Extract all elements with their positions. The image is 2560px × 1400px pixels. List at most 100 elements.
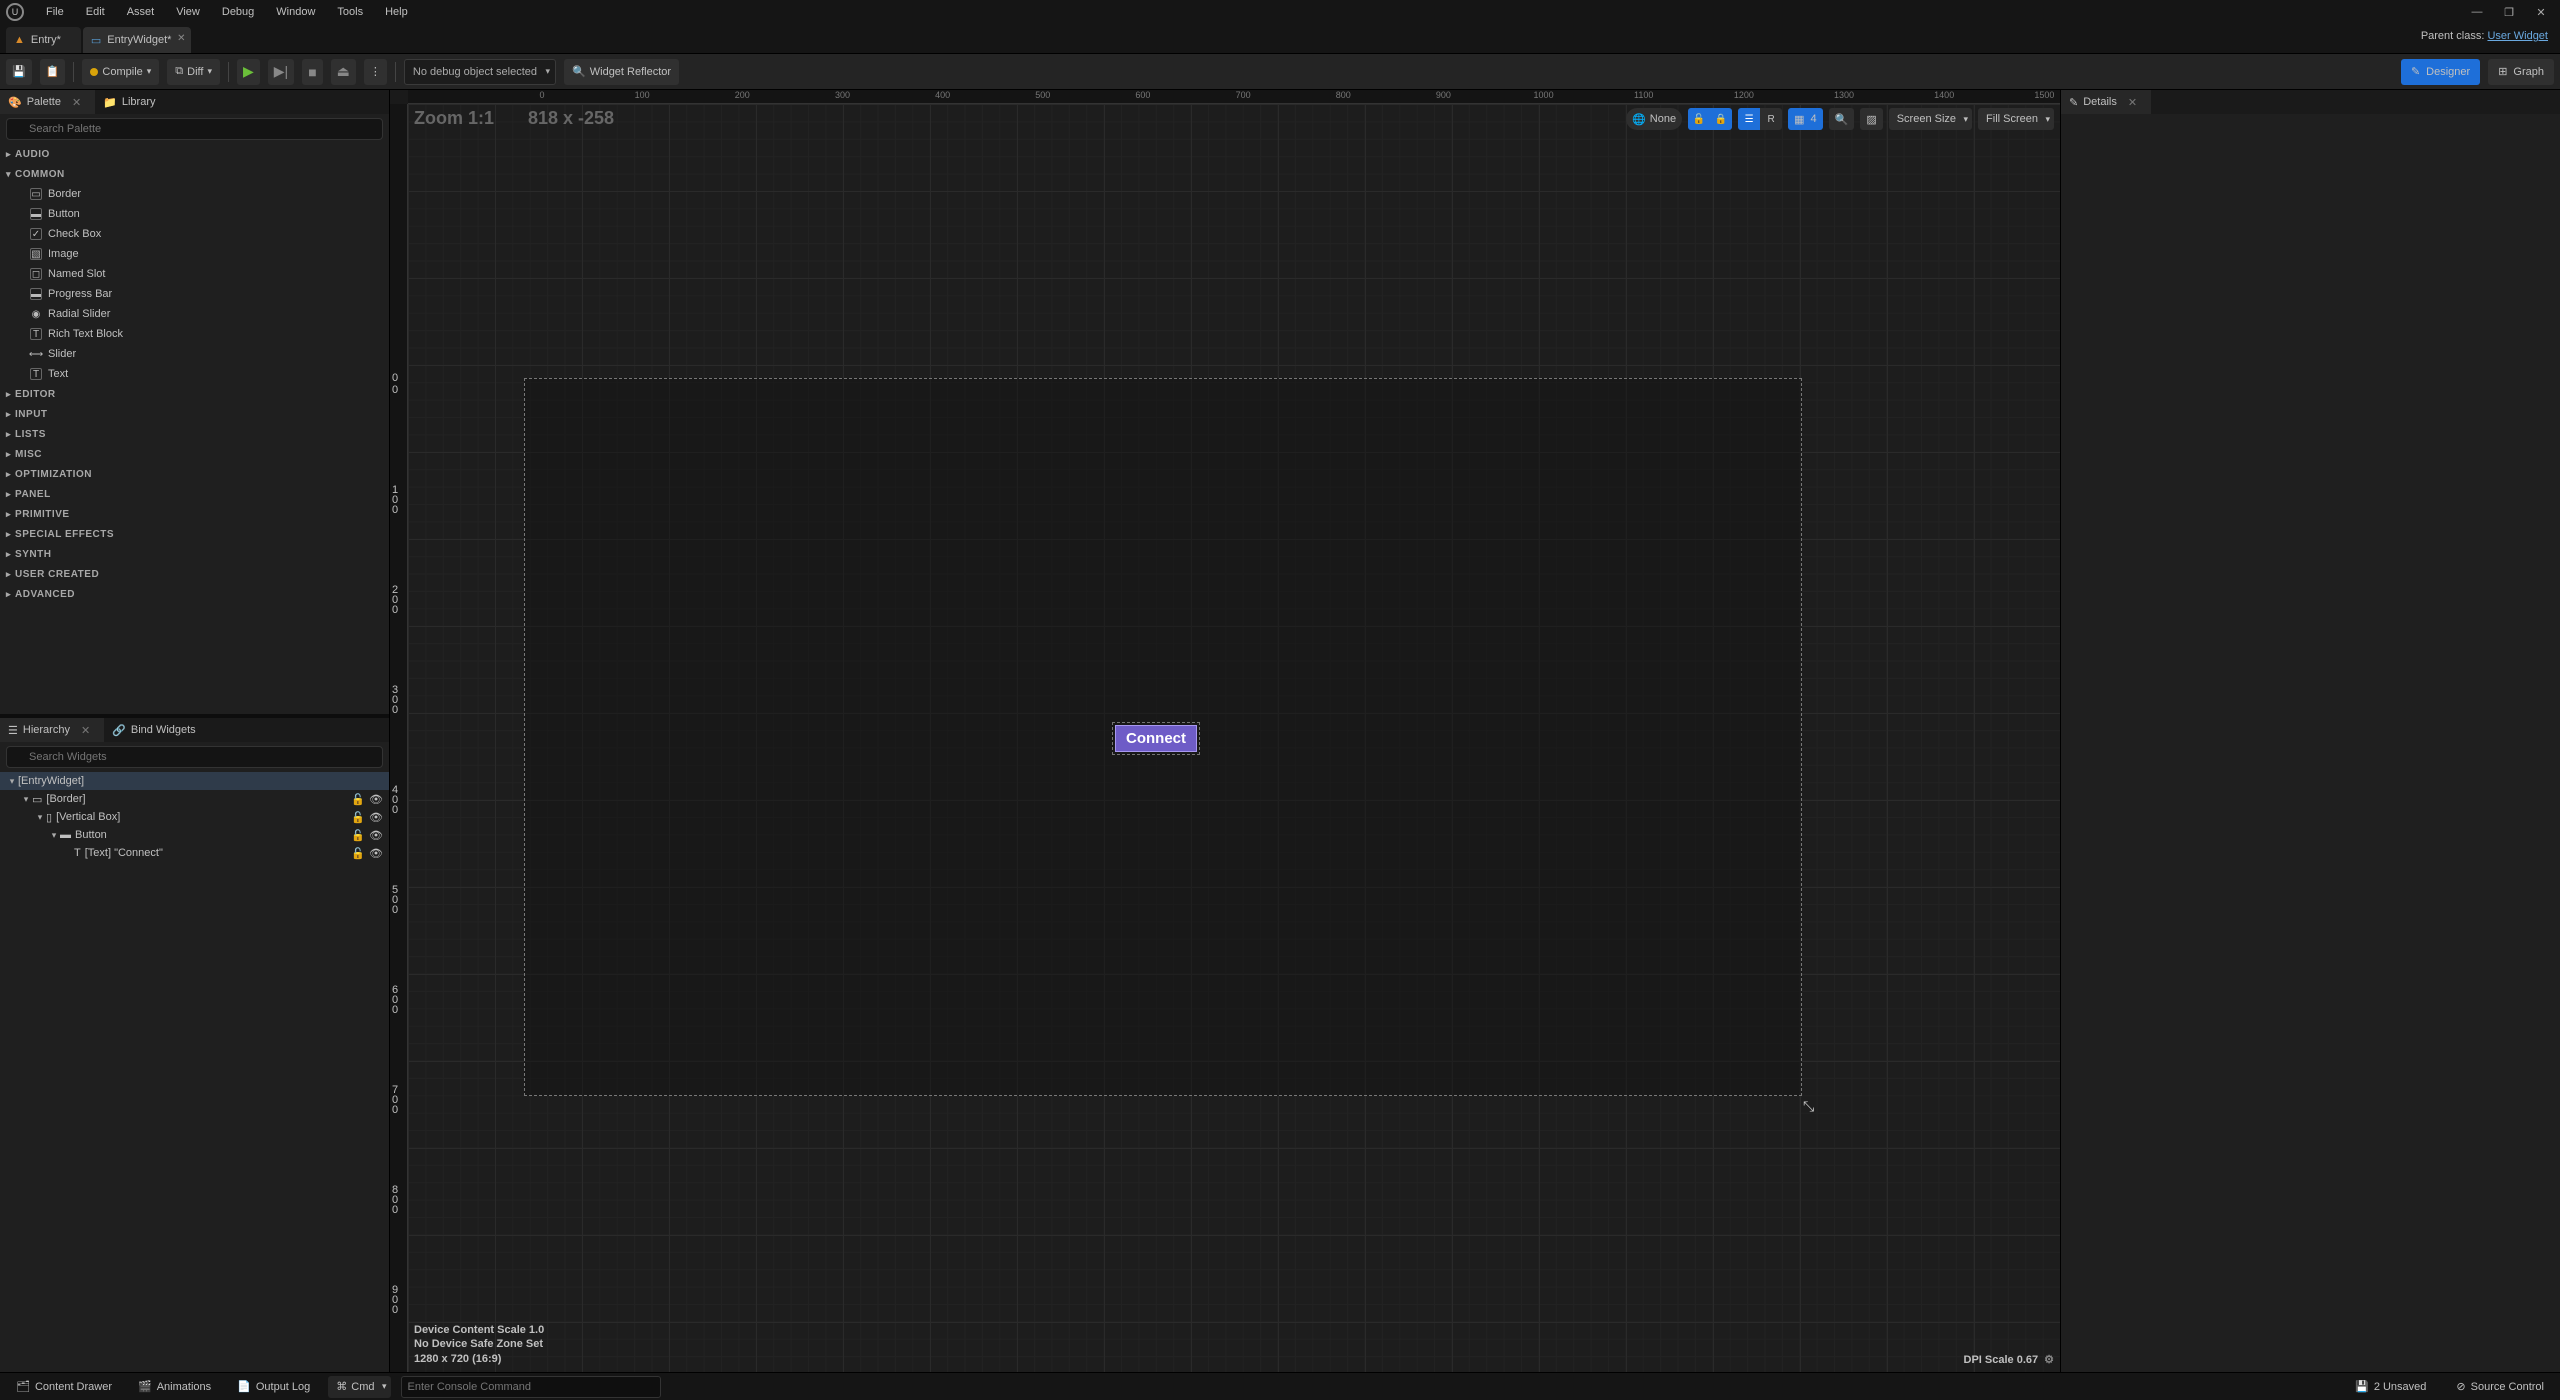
canvas-viewport[interactable]: Zoom 1:1 818 x -258 🌐 None 🔓 🔒 ☰ R ▦ 4	[408, 104, 2060, 1372]
compile-button[interactable]: Compile ▾	[82, 59, 159, 85]
section-special-effects[interactable]: SPECIAL EFFECTS	[0, 524, 389, 544]
close-icon[interactable]: ✕	[2128, 96, 2137, 109]
palette-search-input[interactable]	[6, 118, 383, 140]
unlock-button[interactable]: 🔓	[1688, 108, 1710, 130]
tab-bind-widgets[interactable]: 🔗 Bind Widgets	[104, 718, 210, 742]
zoom-controls[interactable]: 🔍	[1829, 108, 1855, 130]
menu-asset[interactable]: Asset	[119, 2, 163, 22]
close-button[interactable]: ✕	[2528, 3, 2554, 21]
hierarchy-tree[interactable]: ▾ [EntryWidget] ▾ ▭ [Border] 🔓👁 ▾ ▯ [Ver…	[0, 772, 389, 1372]
section-synth[interactable]: SYNTH	[0, 544, 389, 564]
close-icon[interactable]: ✕	[81, 724, 90, 737]
palette-item-checkbox[interactable]: ✓Check Box	[0, 224, 389, 244]
section-user-created[interactable]: USER CREATED	[0, 564, 389, 584]
section-advanced[interactable]: ADVANCED	[0, 584, 389, 604]
palette-item-namedslot[interactable]: ◻Named Slot	[0, 264, 389, 284]
lock-button[interactable]: 🔒	[1710, 108, 1732, 130]
stop-button[interactable]: ■	[302, 59, 322, 85]
lock-icon[interactable]: 🔓	[351, 847, 365, 860]
expand-icon[interactable]: ▾	[6, 776, 18, 787]
tab-details[interactable]: ✎ Details ✕	[2061, 90, 2151, 114]
menu-debug[interactable]: Debug	[214, 2, 262, 22]
palette-item-slider[interactable]: ⟷Slider	[0, 344, 389, 364]
palette-item-richtext[interactable]: TRich Text Block	[0, 324, 389, 344]
gear-icon[interactable]: ⚙	[2044, 1353, 2054, 1366]
section-misc[interactable]: MISC	[0, 444, 389, 464]
animations-button[interactable]: 🎬 Animations	[130, 1376, 219, 1398]
section-panel[interactable]: PANEL	[0, 484, 389, 504]
menu-window[interactable]: Window	[268, 2, 323, 22]
palette-tree[interactable]: AUDIO COMMON ▭Border ▬Button ✓Check Box …	[0, 144, 389, 604]
lock-icon[interactable]: 🔓	[351, 811, 365, 824]
expand-icon[interactable]: ▾	[34, 812, 46, 823]
tab-palette[interactable]: 🎨 Palette ✕	[0, 90, 95, 114]
hierarchy-search-input[interactable]	[6, 746, 383, 768]
render-button[interactable]: R	[1760, 108, 1782, 130]
hierarchy-item-text[interactable]: T [Text] "Connect" 🔓👁	[0, 844, 389, 862]
tab-entrywidget[interactable]: ▭ EntryWidget* ✕	[83, 27, 192, 53]
maximize-button[interactable]: ❐	[2496, 3, 2522, 21]
play-options-button[interactable]: ⋮	[364, 59, 387, 85]
expand-icon[interactable]: ▾	[20, 794, 32, 805]
tab-library[interactable]: 📁 Library	[95, 90, 169, 114]
close-icon[interactable]: ✕	[177, 33, 185, 44]
section-common[interactable]: COMMON	[0, 164, 389, 184]
designer-mode-button[interactable]: ✎ Designer	[2401, 59, 2480, 85]
menu-edit[interactable]: Edit	[78, 2, 113, 22]
palette-item-image[interactable]: ▧Image	[0, 244, 389, 264]
section-input[interactable]: INPUT	[0, 404, 389, 424]
eye-icon[interactable]: 👁	[369, 847, 383, 860]
hierarchy-item-vbox[interactable]: ▾ ▯ [Vertical Box] 🔓👁	[0, 808, 389, 826]
palette-item-text[interactable]: TText	[0, 364, 389, 384]
fill-screen-dropdown[interactable]: Fill Screen	[1978, 108, 2054, 130]
palette-item-border[interactable]: ▭Border	[0, 184, 389, 204]
expand-icon[interactable]: ▾	[48, 830, 60, 841]
parent-class-link[interactable]: User Widget	[2487, 30, 2548, 42]
hierarchy-item-button[interactable]: ▾ ▬ Button 🔓👁	[0, 826, 389, 844]
menu-tools[interactable]: Tools	[329, 2, 371, 22]
menu-help[interactable]: Help	[377, 2, 416, 22]
eye-icon[interactable]: 👁	[369, 793, 383, 806]
close-icon[interactable]: ✕	[72, 96, 81, 109]
layout-button[interactable]: ☰	[1738, 108, 1760, 130]
minimize-button[interactable]: —	[2464, 3, 2490, 21]
eye-icon[interactable]: 👁	[369, 811, 383, 824]
menu-view[interactable]: View	[168, 2, 208, 22]
content-drawer-button[interactable]: 🗂 Content Drawer	[8, 1376, 120, 1398]
save-button[interactable]: 💾	[6, 59, 32, 85]
menu-file[interactable]: File	[38, 2, 72, 22]
palette-item-radialslider[interactable]: ◉Radial Slider	[0, 304, 389, 324]
section-primitive[interactable]: PRIMITIVE	[0, 504, 389, 524]
grid-snap-button[interactable]: ▦ 4	[1788, 108, 1823, 130]
unsaved-button[interactable]: 💾 2 Unsaved	[2347, 1376, 2434, 1398]
lock-icon[interactable]: 🔓	[351, 829, 365, 842]
palette-item-button[interactable]: ▬Button	[0, 204, 389, 224]
diff-button[interactable]: ⧉ Diff ▾	[167, 59, 220, 85]
screen-size-dropdown[interactable]: Screen Size	[1889, 108, 1972, 130]
console-input[interactable]	[401, 1376, 661, 1398]
hierarchy-item-border[interactable]: ▾ ▭ [Border] 🔓👁	[0, 790, 389, 808]
section-lists[interactable]: LISTS	[0, 424, 389, 444]
widget-reflector-button[interactable]: 🔍 Widget Reflector	[564, 59, 679, 85]
palette-item-progressbar[interactable]: ▬Progress Bar	[0, 284, 389, 304]
tab-hierarchy[interactable]: ☰ Hierarchy ✕	[0, 718, 104, 742]
lock-icon[interactable]: 🔓	[351, 793, 365, 806]
output-log-button[interactable]: 📄 Output Log	[229, 1376, 318, 1398]
debug-object-dropdown[interactable]: No debug object selected	[404, 59, 556, 85]
eye-icon[interactable]: 👁	[369, 829, 383, 842]
step-button[interactable]: ▶|	[268, 59, 294, 85]
source-control-button[interactable]: ⊘ Source Control	[2448, 1376, 2552, 1398]
section-editor[interactable]: EDITOR	[0, 384, 389, 404]
localization-button[interactable]: 🌐 None	[1626, 108, 1682, 130]
graph-mode-button[interactable]: ⊞ Graph	[2488, 59, 2554, 85]
designer-canvas[interactable]: 0100200300400500600700800900100011001200…	[390, 90, 2060, 1372]
hierarchy-root[interactable]: ▾ [EntryWidget]	[0, 772, 389, 790]
resize-handle-icon[interactable]: ⤡	[1803, 1098, 1814, 1115]
section-optimization[interactable]: OPTIMIZATION	[0, 464, 389, 484]
outline-toggle[interactable]: ▨	[1860, 108, 1882, 130]
section-audio[interactable]: AUDIO	[0, 144, 389, 164]
browse-button[interactable]: 📋	[40, 59, 66, 85]
eject-button[interactable]: ⏏	[331, 59, 356, 85]
tab-entry[interactable]: ▲ Entry*	[6, 27, 81, 53]
design-frame[interactable]: Connect	[524, 378, 1802, 1096]
